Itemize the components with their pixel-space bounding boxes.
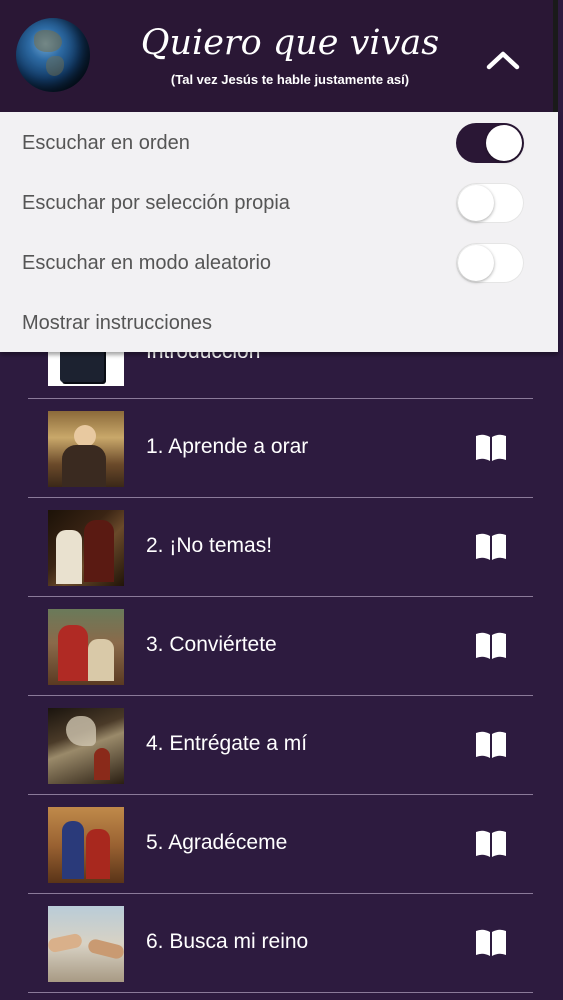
book-icon[interactable] <box>474 730 508 760</box>
app-subtitle: (Tal vez Jesús te hable justamente así) <box>170 72 410 87</box>
list-item-label: 3. Conviértete <box>146 633 277 656</box>
chapter-thumbnail <box>48 510 124 586</box>
list-item-2[interactable]: 2. ¡No temas! <box>28 498 533 597</box>
chapter-thumbnail <box>48 411 124 487</box>
list-item-4[interactable]: 4. Entrégate a mí <box>28 696 533 795</box>
book-icon[interactable] <box>474 532 508 562</box>
chapter-thumbnail <box>48 807 124 883</box>
toggle-seleccion[interactable] <box>456 183 524 223</box>
app-header: Quiero que vivas (Tal vez Jesús te hable… <box>0 0 558 112</box>
list-item-5[interactable]: 5. Agradéceme <box>28 795 533 894</box>
globe-icon <box>16 18 90 92</box>
list-item-label: 2. ¡No temas! <box>146 534 273 557</box>
toggle-knob <box>458 245 494 281</box>
list-item-label: 1. Aprende a orar <box>146 435 309 458</box>
list-item-label: 6. Busca mi reino <box>146 930 309 953</box>
chapter-thumbnail <box>48 609 124 685</box>
chapter-thumbnail <box>48 708 124 784</box>
book-icon[interactable] <box>474 928 508 958</box>
toggle-knob <box>458 185 494 221</box>
list-item-label: 4. Entrégate a mí <box>146 732 308 755</box>
toggle-orden[interactable] <box>456 123 524 163</box>
show-instructions-link[interactable]: Mostrar instrucciones <box>22 312 212 335</box>
list-item-label: 5. Agradéceme <box>146 831 288 854</box>
options-panel: Escuchar en orden Escuchar por selección… <box>0 112 558 352</box>
toggle-knob <box>486 125 522 161</box>
toggle-aleatorio[interactable] <box>456 243 524 283</box>
book-icon[interactable] <box>474 631 508 661</box>
chevron-up-icon[interactable] <box>478 40 528 80</box>
list-item-1[interactable]: 1. Aprende a orar <box>28 399 533 498</box>
chapter-thumbnail <box>48 906 124 982</box>
app-title: Quiero que vivas <box>140 23 440 63</box>
option-label-orden: Escuchar en orden <box>22 132 190 154</box>
list-item-3[interactable]: 3. Conviértete <box>28 597 533 696</box>
book-icon[interactable] <box>474 433 508 463</box>
list-item-6[interactable]: 6. Busca mi reino <box>28 894 533 993</box>
option-label-seleccion: Escuchar por selección propia <box>22 192 290 214</box>
option-label-aleatorio: Escuchar en modo aleatorio <box>22 252 272 274</box>
book-icon[interactable] <box>474 829 508 859</box>
